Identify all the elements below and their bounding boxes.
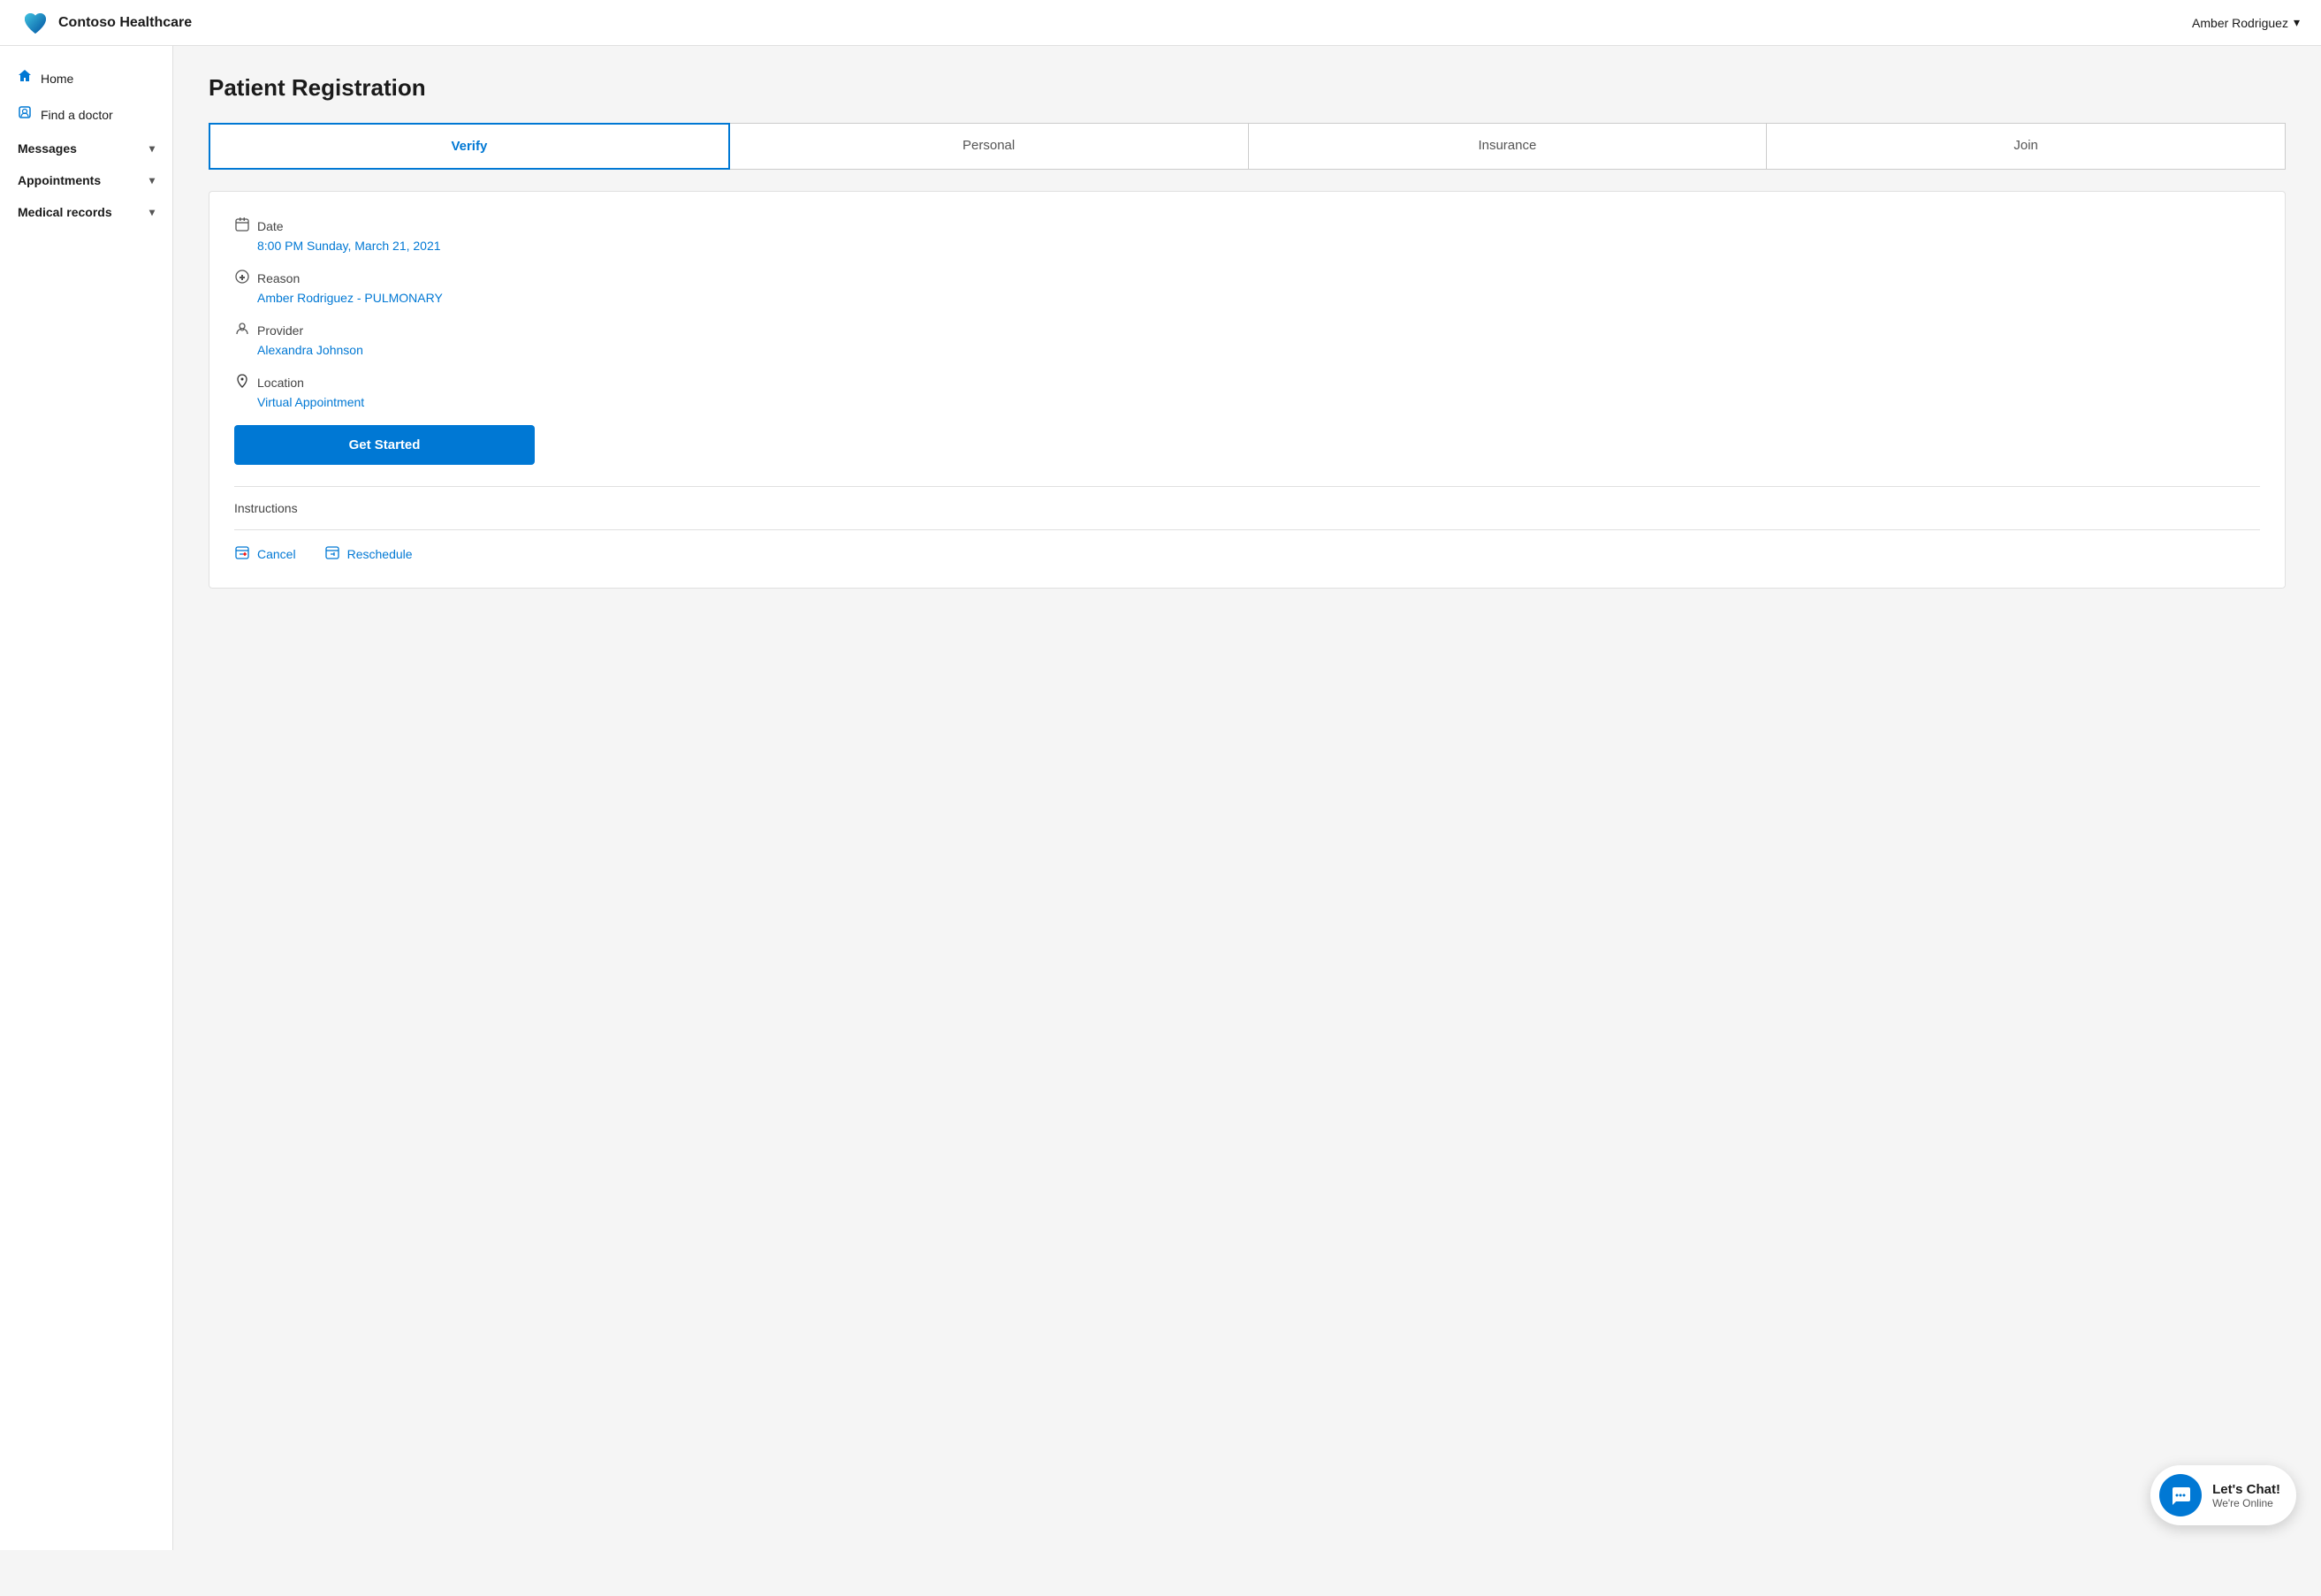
date-value: 8:00 PM Sunday, March 21, 2021 — [234, 239, 2260, 253]
sidebar-group-appointments[interactable]: Appointments ▾ — [0, 164, 172, 196]
sidebar-find-doctor-label: Find a doctor — [41, 108, 113, 122]
chat-subtitle: We're Online — [2212, 1497, 2280, 1509]
sidebar-item-home[interactable]: Home — [0, 60, 172, 96]
action-links: Cancel Reschedule — [234, 544, 2260, 563]
page-title: Patient Registration — [209, 74, 2286, 102]
appointment-card: Date 8:00 PM Sunday, March 21, 2021 Reas… — [209, 191, 2286, 589]
reason-row: Reason Amber Rodriguez - PULMONARY — [234, 269, 2260, 305]
reschedule-link[interactable]: Reschedule — [324, 544, 413, 563]
location-icon — [234, 373, 250, 391]
tab-verify[interactable]: Verify — [209, 123, 730, 170]
date-row: Date 8:00 PM Sunday, March 21, 2021 — [234, 217, 2260, 253]
reason-icon — [234, 269, 250, 287]
chat-title: Let's Chat! — [2212, 1482, 2280, 1497]
reschedule-label: Reschedule — [347, 547, 413, 561]
provider-value: Alexandra Johnson — [234, 343, 2260, 357]
divider-actions — [234, 529, 2260, 530]
chat-widget[interactable]: Let's Chat! We're Online — [2150, 1465, 2296, 1525]
sidebar-home-label: Home — [41, 72, 73, 86]
user-name: Amber Rodriguez — [2192, 16, 2288, 30]
get-started-button[interactable]: Get Started — [234, 425, 535, 465]
header: Contoso Healthcare Amber Rodriguez ▾ — [0, 0, 2321, 46]
brand-name: Contoso Healthcare — [58, 15, 192, 31]
appointments-chevron-icon: ▾ — [149, 174, 155, 186]
sidebar-messages-label: Messages — [18, 141, 77, 156]
reschedule-icon — [324, 544, 340, 563]
brand-logo — [21, 9, 49, 37]
sidebar-medical-records-label: Medical records — [18, 205, 112, 219]
sidebar-appointments-label: Appointments — [18, 173, 101, 187]
tabs-container: Verify Personal Insurance Join — [209, 123, 2286, 170]
home-icon — [18, 69, 32, 87]
tab-join[interactable]: Join — [1767, 123, 2286, 170]
divider-instructions — [234, 486, 2260, 487]
provider-row: Provider Alexandra Johnson — [234, 321, 2260, 357]
chat-icon — [2159, 1474, 2202, 1516]
cancel-label: Cancel — [257, 547, 296, 561]
messages-chevron-icon: ▾ — [149, 142, 155, 155]
calendar-icon — [234, 217, 250, 235]
provider-icon — [234, 321, 250, 339]
user-chevron-icon: ▾ — [2294, 15, 2300, 30]
user-menu[interactable]: Amber Rodriguez ▾ — [2192, 15, 2300, 30]
sidebar: Home Find a doctor Messages ▾ Appointmen… — [0, 46, 173, 1550]
date-label: Date — [257, 219, 284, 233]
cancel-icon — [234, 544, 250, 563]
sidebar-group-medical-records[interactable]: Medical records ▾ — [0, 196, 172, 228]
tab-personal[interactable]: Personal — [730, 123, 1249, 170]
find-doctor-icon — [18, 105, 32, 124]
location-label: Location — [257, 376, 304, 390]
main-content: Patient Registration Verify Personal Ins… — [173, 46, 2321, 1550]
sidebar-item-find-doctor[interactable]: Find a doctor — [0, 96, 172, 133]
reason-label: Reason — [257, 271, 300, 285]
brand: Contoso Healthcare — [21, 9, 192, 37]
instructions-label: Instructions — [234, 501, 2260, 515]
cancel-link[interactable]: Cancel — [234, 544, 296, 563]
layout: Home Find a doctor Messages ▾ Appointmen… — [0, 46, 2321, 1550]
medical-records-chevron-icon: ▾ — [149, 206, 155, 218]
location-value: Virtual Appointment — [234, 395, 2260, 409]
provider-label: Provider — [257, 323, 303, 338]
sidebar-group-messages[interactable]: Messages ▾ — [0, 133, 172, 164]
reason-value: Amber Rodriguez - PULMONARY — [234, 291, 2260, 305]
tab-insurance[interactable]: Insurance — [1249, 123, 1768, 170]
location-row: Location Virtual Appointment — [234, 373, 2260, 409]
